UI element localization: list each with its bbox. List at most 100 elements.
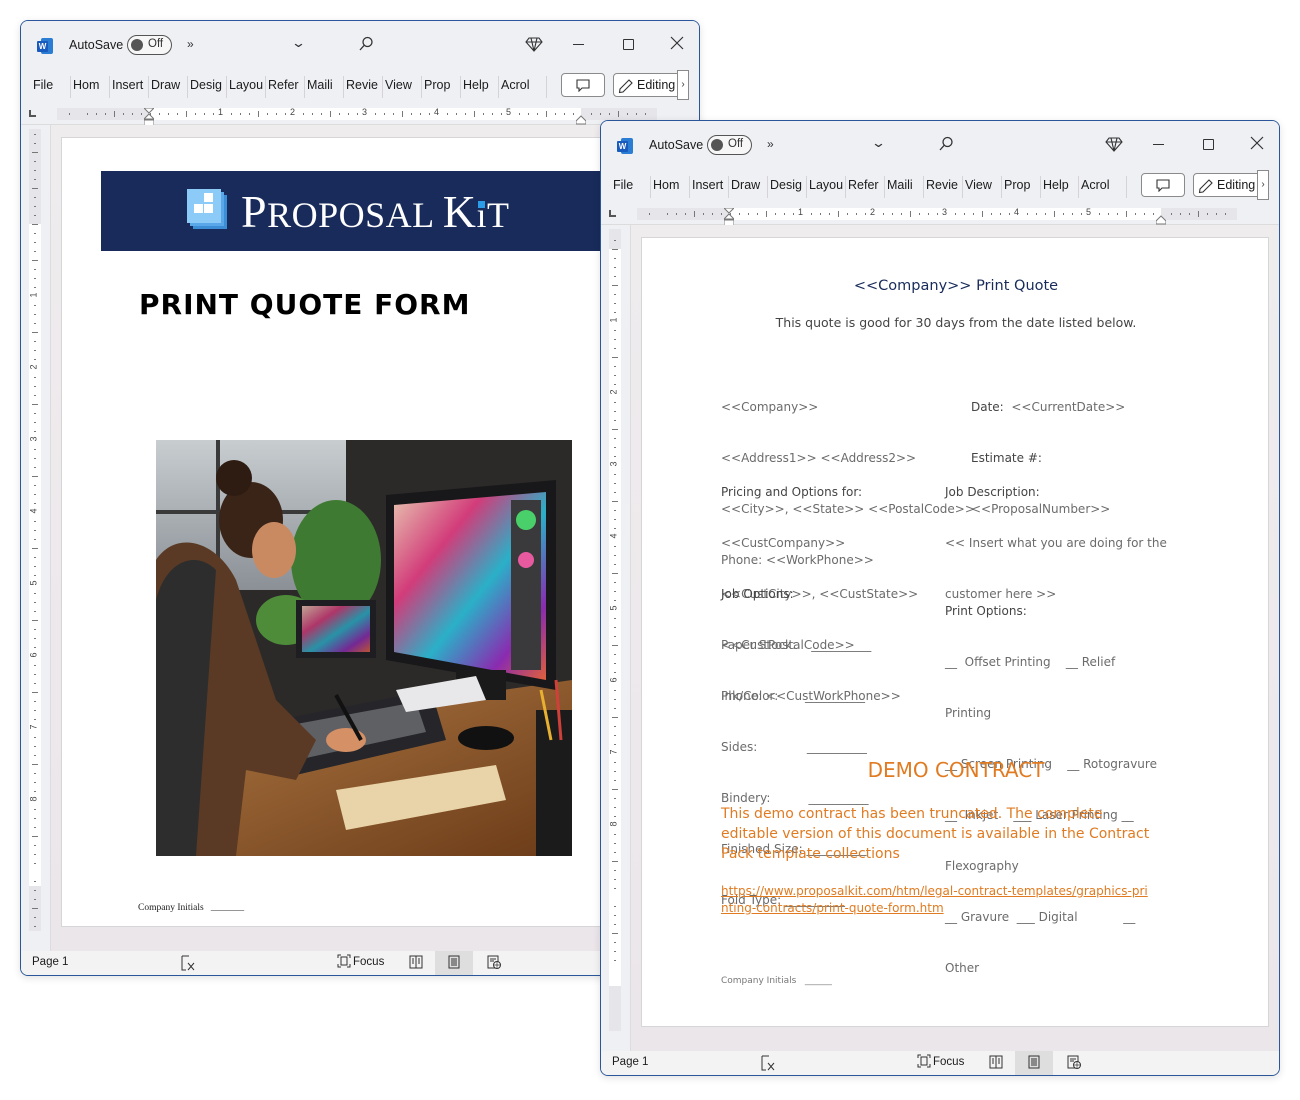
- word-window-left: W AutoSave Off » ⌄ File Hom Insert Draw Desi…: [20, 20, 700, 976]
- ruler-tick: [32, 620, 38, 621]
- ruler-tick: [614, 870, 616, 871]
- left-indent-marker[interactable]: [722, 207, 736, 227]
- ruler-tick: [32, 404, 38, 405]
- tab-selector-icon[interactable]: [609, 210, 616, 217]
- ribbon-tab-view[interactable]: View: [385, 78, 419, 92]
- more-commands-icon[interactable]: »: [767, 137, 774, 151]
- more-commands-icon[interactable]: »: [187, 37, 194, 51]
- minimize-icon[interactable]: [1153, 144, 1164, 145]
- ribbon-tab-insert[interactable]: Insert: [112, 78, 146, 92]
- ribbon-tab-acrol[interactable]: Acrol: [1081, 178, 1115, 192]
- ribbon-overflow-chevron-icon[interactable]: ›: [1257, 170, 1269, 200]
- read-mode-button[interactable]: [397, 951, 435, 975]
- ruler-tick: [614, 906, 616, 907]
- ruler-tick: [465, 113, 466, 115]
- close-icon[interactable]: [1249, 135, 1265, 151]
- ruler-tick: [249, 113, 250, 115]
- ribbon-tab-prop[interactable]: Prop: [1004, 178, 1038, 192]
- focus-mode-button[interactable]: Focus: [337, 954, 384, 968]
- ribbon-tab-desig[interactable]: Desig: [190, 78, 224, 92]
- print-layout-button[interactable]: [435, 951, 473, 975]
- ribbon-tab-revie[interactable]: Revie: [346, 78, 380, 92]
- pencil-icon: [1198, 179, 1213, 194]
- read-mode-button[interactable]: [977, 1051, 1015, 1075]
- tab-selector-icon[interactable]: [29, 110, 36, 117]
- accessibility-check-icon[interactable]: [180, 955, 196, 971]
- vertical-ruler[interactable]: 1 2 3 4 5 6 7 8: [601, 225, 631, 1051]
- contract-pack-link[interactable]: https://www.proposalkit.com/htm/legal-co…: [721, 883, 1151, 917]
- ribbon-tab-help[interactable]: Help: [463, 78, 497, 92]
- ruler-tick: [348, 113, 349, 115]
- ribbon-tab-layou[interactable]: Layou: [809, 178, 843, 192]
- maximize-icon[interactable]: [623, 39, 634, 50]
- ruler-tick: [34, 413, 36, 414]
- accessibility-check-icon[interactable]: [760, 1055, 776, 1071]
- ribbon-tab-refer[interactable]: Refer: [848, 178, 882, 192]
- autosave-toggle[interactable]: Off: [707, 135, 752, 155]
- ruler-tick: [34, 917, 36, 918]
- ribbon-tab-desig[interactable]: Desig: [770, 178, 804, 192]
- ruler-number: 4: [608, 533, 619, 539]
- ribbon-tab-layou[interactable]: Layou: [229, 78, 263, 92]
- ruler-tick: [721, 213, 722, 215]
- ruler-tick: [614, 951, 616, 952]
- ruler-tick: [159, 113, 160, 115]
- page-number-status[interactable]: Page 1: [612, 1056, 648, 1068]
- ribbon-overflow-chevron-icon[interactable]: ›: [677, 70, 689, 100]
- ribbon-separator: [421, 76, 422, 98]
- ribbon-tab-hom[interactable]: Hom: [73, 78, 107, 92]
- ruler-tick: [34, 845, 36, 846]
- close-icon[interactable]: [669, 35, 685, 51]
- ribbon-tab-help[interactable]: Help: [1043, 178, 1077, 192]
- document-page[interactable]: <<Company>> Print Quote This quote is go…: [641, 237, 1269, 1027]
- web-layout-button[interactable]: [475, 951, 513, 975]
- ribbon-tab-insert[interactable]: Insert: [692, 178, 726, 192]
- ruler-tick: [34, 647, 36, 648]
- autosave-toggle[interactable]: Off: [127, 35, 172, 55]
- search-icon[interactable]: [357, 35, 375, 53]
- editing-mode-button[interactable]: Editing: [1193, 173, 1261, 197]
- ribbon-tab-draw[interactable]: Draw: [731, 178, 765, 192]
- chevron-down-icon[interactable]: ⌄: [871, 135, 886, 151]
- web-layout-button[interactable]: [1055, 1051, 1093, 1075]
- ribbon-tab-view[interactable]: View: [965, 178, 999, 192]
- document-canvas[interactable]: <<Company>> Print Quote This quote is go…: [631, 225, 1279, 1051]
- premium-diamond-icon[interactable]: [525, 35, 543, 53]
- maximize-icon[interactable]: [1203, 139, 1214, 150]
- ribbon-tab-maili[interactable]: Maili: [887, 178, 921, 192]
- ruler-tick: [614, 438, 616, 439]
- ruler-tick: [34, 323, 36, 324]
- chevron-down-icon[interactable]: ⌄: [291, 35, 306, 51]
- comments-button[interactable]: [561, 73, 605, 97]
- ruler-tick: [1027, 213, 1028, 215]
- print-layout-button[interactable]: [1015, 1051, 1053, 1075]
- ruler-tick: [34, 854, 36, 855]
- ribbon-tab-prop[interactable]: Prop: [424, 78, 458, 92]
- horizontal-ruler[interactable]: 1 2 3 4 5: [21, 105, 699, 127]
- editing-mode-button[interactable]: Editing: [613, 73, 681, 97]
- ribbon-tab-refer[interactable]: Refer: [268, 78, 302, 92]
- ribbon-tab-hom[interactable]: Hom: [653, 178, 687, 192]
- ribbon-tab-draw[interactable]: Draw: [151, 78, 185, 92]
- ribbon-tab-maili[interactable]: Maili: [307, 78, 341, 92]
- left-indent-marker[interactable]: [142, 107, 156, 127]
- ribbon-tab-acrol[interactable]: Acrol: [501, 78, 535, 92]
- horizontal-ruler[interactable]: 1 2 3 4 5: [601, 205, 1279, 227]
- minimize-icon[interactable]: [573, 44, 584, 45]
- ruler-tick: [34, 314, 36, 315]
- ruler-tick: [614, 924, 616, 925]
- ribbon-separator: [1040, 176, 1041, 198]
- ruler-tick: [1099, 213, 1100, 215]
- ruler-number: 2: [608, 389, 619, 395]
- vertical-ruler[interactable]: 1 2 3 4 5 6 7 8: [21, 125, 51, 951]
- search-icon[interactable]: [937, 135, 955, 153]
- premium-diamond-icon[interactable]: [1105, 135, 1123, 153]
- ruler-tick: [614, 663, 616, 664]
- page-number-status[interactable]: Page 1: [32, 956, 68, 968]
- ribbon-tab-revie[interactable]: Revie: [926, 178, 960, 192]
- ribbon-tab-file[interactable]: File: [613, 178, 641, 192]
- focus-mode-button[interactable]: Focus: [917, 1054, 964, 1068]
- print-options-block: Print Options: __ Offset Printing __ Rel…: [945, 604, 1157, 975]
- ribbon-tab-file[interactable]: File: [33, 78, 61, 92]
- comments-button[interactable]: [1141, 173, 1185, 197]
